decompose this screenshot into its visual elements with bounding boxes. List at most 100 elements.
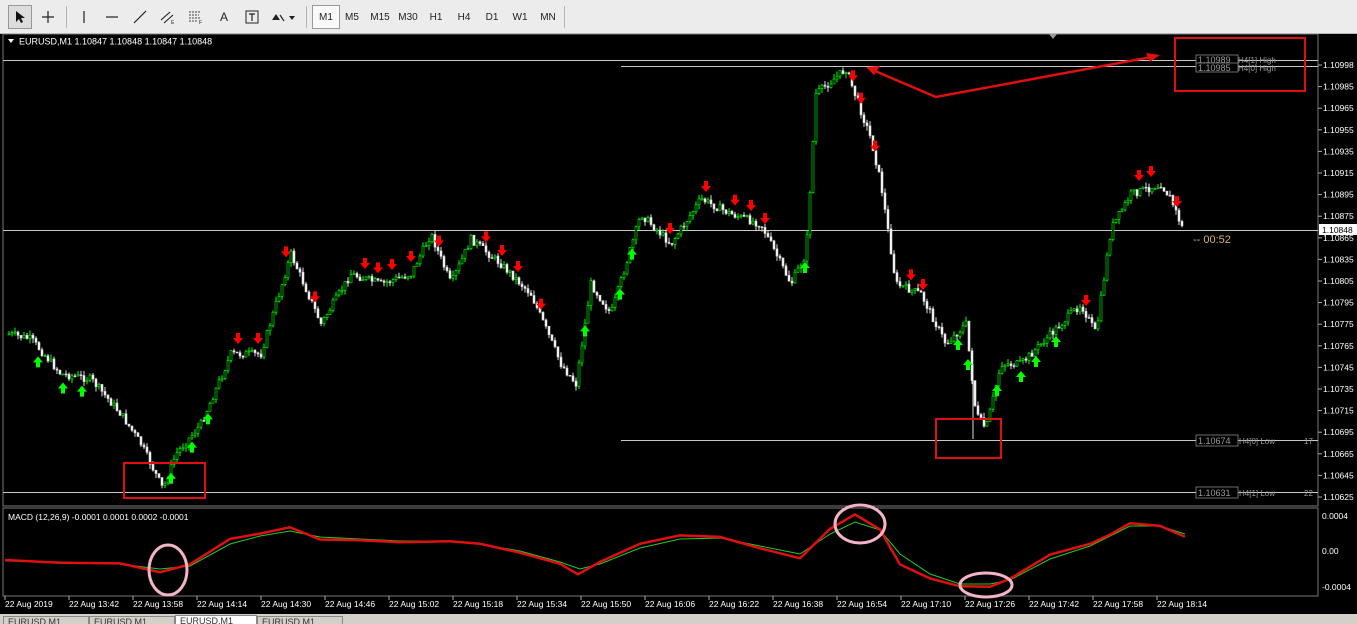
candle-body xyxy=(751,220,755,225)
macd-scale-bottom: -0.0004 xyxy=(1322,582,1351,592)
candle-body xyxy=(682,225,686,228)
timeframe-h4-button[interactable]: H4 xyxy=(450,5,478,29)
candle-body xyxy=(574,380,578,387)
horizontal-line-icon[interactable] xyxy=(100,5,124,29)
candle-body xyxy=(622,273,626,278)
candle-body xyxy=(493,255,497,259)
chart-tab[interactable]: EURUSD,M1 xyxy=(3,616,89,624)
chart-tab[interactable]: EURUSD,M1 xyxy=(257,616,343,624)
time-axis-label: 22 Aug 15:02 xyxy=(389,599,439,609)
candle-body xyxy=(778,255,782,259)
level-side-mark: 17 xyxy=(1304,437,1313,446)
candle-body xyxy=(793,271,797,284)
level-value: 1.10674 xyxy=(1198,436,1231,446)
text-label-icon[interactable] xyxy=(240,5,264,29)
candle-body xyxy=(436,246,440,252)
timeframe-w1-button[interactable]: W1 xyxy=(506,5,534,29)
candle-body xyxy=(127,423,131,427)
price-scale-label: 1.10745 xyxy=(1323,362,1354,372)
candle-body xyxy=(1045,337,1049,344)
timeframe-m5-button[interactable]: M5 xyxy=(338,5,366,29)
candle-body xyxy=(952,334,956,342)
candle-body xyxy=(451,275,455,279)
candle-body xyxy=(448,270,452,279)
candle-body xyxy=(1093,322,1097,330)
candle-body xyxy=(1117,211,1121,220)
candle-body xyxy=(253,349,257,354)
timeframe-h1-button[interactable]: H1 xyxy=(422,5,450,29)
current-price-value: 1.10848 xyxy=(1322,225,1353,235)
trendline-icon[interactable] xyxy=(128,5,152,29)
candle-body xyxy=(460,258,464,265)
candle-body xyxy=(553,340,557,348)
candle-body xyxy=(235,351,239,354)
candle-body xyxy=(292,250,296,264)
timeframe-m1-button[interactable]: M1 xyxy=(312,5,340,29)
candle-body xyxy=(520,283,524,287)
time-axis-label: 22 Aug 16:06 xyxy=(645,599,695,609)
time-axis-label: 22 Aug 2019 xyxy=(5,599,53,609)
price-scale[interactable]: 1.10998 1.10985 1.10965 1.10955 1.10935 1.109… xyxy=(1318,60,1354,502)
time-axis[interactable]: 22 Aug 2019 22 Aug 13:42 22 Aug 13:58 22 Au… xyxy=(4,596,1207,609)
candle-body xyxy=(985,421,989,427)
candle-body xyxy=(1135,189,1139,197)
candle-body xyxy=(895,272,899,282)
timeframe-m30-button[interactable]: M30 xyxy=(394,5,422,29)
chart-tab[interactable]: EURUSD,M1 xyxy=(89,616,175,624)
candle-body xyxy=(499,263,503,269)
candle-body xyxy=(391,279,395,283)
candle-body xyxy=(964,320,968,327)
candle-body xyxy=(151,464,155,471)
candle-body xyxy=(133,430,137,434)
candle-body xyxy=(1060,325,1064,329)
time-axis-label: 22 Aug 17:10 xyxy=(901,599,951,609)
arrows-icon[interactable] xyxy=(268,5,298,29)
candle-body xyxy=(772,240,776,250)
candle-body xyxy=(643,217,647,223)
fibonacci-icon[interactable]: F xyxy=(184,5,208,29)
candle-body xyxy=(202,420,206,422)
candle-body xyxy=(49,358,53,362)
candle-body xyxy=(829,83,833,88)
timeframe-mn-button[interactable]: MN xyxy=(534,5,562,29)
time-axis-label: 22 Aug 16:22 xyxy=(709,599,759,609)
candle-body xyxy=(817,88,821,94)
candle-body xyxy=(838,70,842,77)
cursor-icon[interactable] xyxy=(8,5,32,29)
candle-body xyxy=(388,281,392,283)
chart-window[interactable]: EURUSD,M1 1.10847 1.10848 1.10847 1.1084… xyxy=(0,33,1357,614)
crosshair-icon[interactable] xyxy=(36,5,60,29)
vertical-line-icon[interactable] xyxy=(72,5,96,29)
candle-body xyxy=(445,266,449,272)
candle-body xyxy=(76,374,80,377)
candle-body xyxy=(13,331,17,334)
price-scale-label: 1.10985 xyxy=(1323,82,1354,92)
macd-header: MACD (12,26,9) -0.0001 0.0001 0.0002 -0.… xyxy=(8,512,189,522)
candle-body xyxy=(1102,279,1106,296)
text-icon[interactable]: A xyxy=(212,5,236,29)
timeframe-m15-button[interactable]: M15 xyxy=(366,5,394,29)
candle-body xyxy=(328,309,332,315)
level-name: H4[0] Low xyxy=(1239,437,1275,446)
candle-body xyxy=(562,366,566,369)
price-chart[interactable]: EURUSD,M1 1.10847 1.10848 1.10847 1.1084… xyxy=(0,33,1357,614)
candle-body xyxy=(931,308,935,323)
candle-body xyxy=(472,234,476,246)
candle-body xyxy=(652,224,656,231)
candle-body xyxy=(925,301,929,309)
equidistant-channel-icon[interactable]: E xyxy=(156,5,180,29)
timeframe-d1-button[interactable]: D1 xyxy=(478,5,506,29)
candle-body xyxy=(907,283,911,293)
chart-tab-active[interactable]: EURUSD,M1 xyxy=(175,615,257,624)
candle-body xyxy=(412,265,416,277)
candle-body xyxy=(634,226,638,241)
candle-body xyxy=(1039,343,1043,346)
candle-body xyxy=(916,288,920,292)
candle-body xyxy=(1129,190,1133,201)
candle-body xyxy=(946,342,950,345)
candle-body xyxy=(529,292,533,296)
candle-body xyxy=(769,236,773,242)
candle-body xyxy=(1048,330,1052,339)
candle-body xyxy=(967,320,971,352)
candle-body xyxy=(736,216,740,218)
